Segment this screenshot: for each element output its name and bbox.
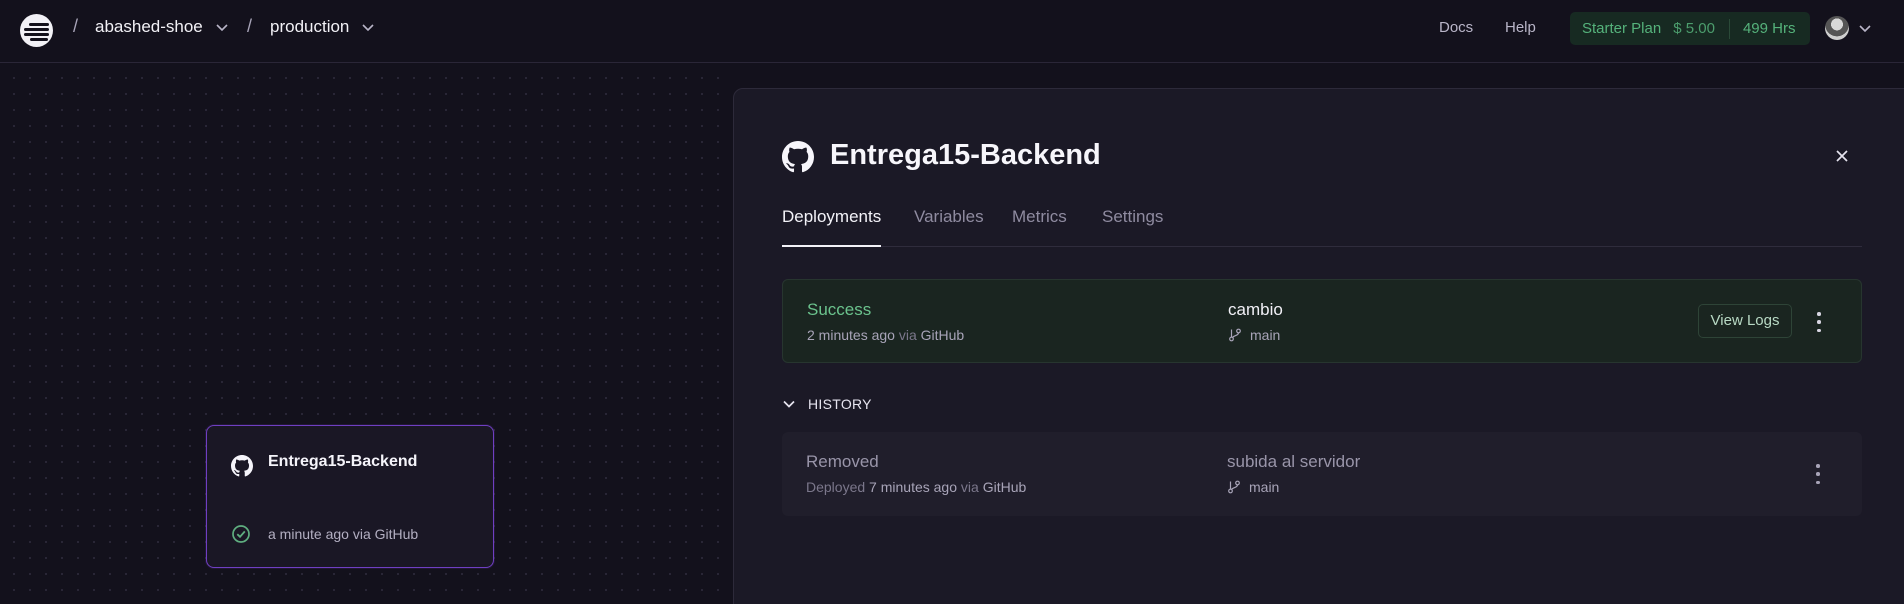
deployment-time: 2 minutes ago via GitHub	[807, 327, 964, 343]
chevron-down-icon	[362, 24, 374, 32]
environment-name: production	[270, 17, 350, 36]
chevron-down-icon[interactable]	[1858, 21, 1872, 35]
history-source: GitHub	[982, 479, 1027, 495]
history-label: HISTORY	[808, 396, 872, 412]
service-card-meta: a minute ago via GitHub	[268, 526, 419, 542]
deployment-source: GitHub	[920, 327, 965, 343]
environment-selector[interactable]: production	[270, 17, 375, 37]
commit-message: cambio	[1228, 300, 1283, 319]
breadcrumb-separator: /	[247, 16, 253, 36]
avatar[interactable]	[1825, 16, 1849, 40]
branch-name: main	[1250, 327, 1281, 343]
tab-variables[interactable]: Variables	[914, 207, 984, 247]
history-deployment-row[interactable]: Removed Deployed 7 minutes ago via GitHu…	[782, 432, 1862, 516]
plan-hours: 499 Hrs	[1742, 20, 1796, 37]
history-status: Removed	[806, 452, 879, 471]
deployment-card[interactable]: Success 2 minutes ago via GitHub cambio …	[782, 279, 1862, 363]
railway-logo-icon[interactable]	[20, 14, 53, 47]
git-branch-icon	[1228, 480, 1240, 494]
service-card-title: Entrega15-Backend	[268, 453, 418, 470]
kebab-menu-icon[interactable]	[1815, 464, 1821, 484]
github-icon	[782, 141, 814, 173]
view-logs-button[interactable]: View Logs	[1698, 304, 1792, 338]
project-selector[interactable]: abashed-shoe	[95, 17, 229, 37]
git-branch-icon	[1229, 328, 1241, 342]
branch: main	[1228, 327, 1280, 343]
github-icon	[231, 455, 253, 477]
branch-name: main	[1249, 479, 1280, 495]
plan-badge[interactable]: Starter Plan $ 5.00 499 Hrs	[1570, 12, 1810, 45]
check-circle-icon	[232, 525, 250, 543]
via-word: via	[960, 479, 979, 495]
top-bar: / abashed-shoe / production Docs Help St…	[0, 0, 1904, 63]
deployment-status: Success	[807, 300, 872, 319]
service-panel: Entrega15-Backend Deployments Variables …	[733, 88, 1904, 604]
project-name: abashed-shoe	[95, 17, 203, 36]
branch: main	[1227, 479, 1279, 495]
history-time-text: 7 minutes ago	[869, 479, 957, 495]
close-icon[interactable]	[1835, 149, 1849, 163]
plan-divider	[1728, 18, 1730, 39]
plan-name: Starter Plan	[1582, 20, 1662, 37]
deployed-prefix: Deployed	[806, 479, 866, 495]
deployment-time-text: 2 minutes ago	[807, 327, 895, 343]
chevron-down-icon	[216, 24, 228, 32]
tab-metrics[interactable]: Metrics	[1012, 207, 1067, 247]
tab-deployments[interactable]: Deployments	[782, 207, 882, 247]
breadcrumb-separator: /	[73, 16, 79, 36]
kebab-menu-icon[interactable]	[1816, 312, 1822, 332]
tab-settings[interactable]: Settings	[1102, 207, 1163, 247]
plan-price: $ 5.00	[1673, 20, 1715, 37]
via-word: via	[898, 327, 917, 343]
history-commit-message: subida al servidor	[1227, 452, 1361, 471]
panel-title: Entrega15-Backend	[830, 139, 1101, 171]
history-toggle[interactable]: HISTORY	[782, 396, 872, 412]
help-link[interactable]: Help	[1505, 19, 1536, 36]
docs-link[interactable]: Docs	[1439, 19, 1473, 36]
history-time: Deployed 7 minutes ago via GitHub	[806, 479, 1026, 495]
service-card[interactable]: Entrega15-Backend a minute ago via GitHu…	[206, 425, 494, 568]
panel-tabs: Deployments Variables Metrics Settings	[782, 207, 1862, 247]
chevron-down-icon	[783, 400, 795, 408]
